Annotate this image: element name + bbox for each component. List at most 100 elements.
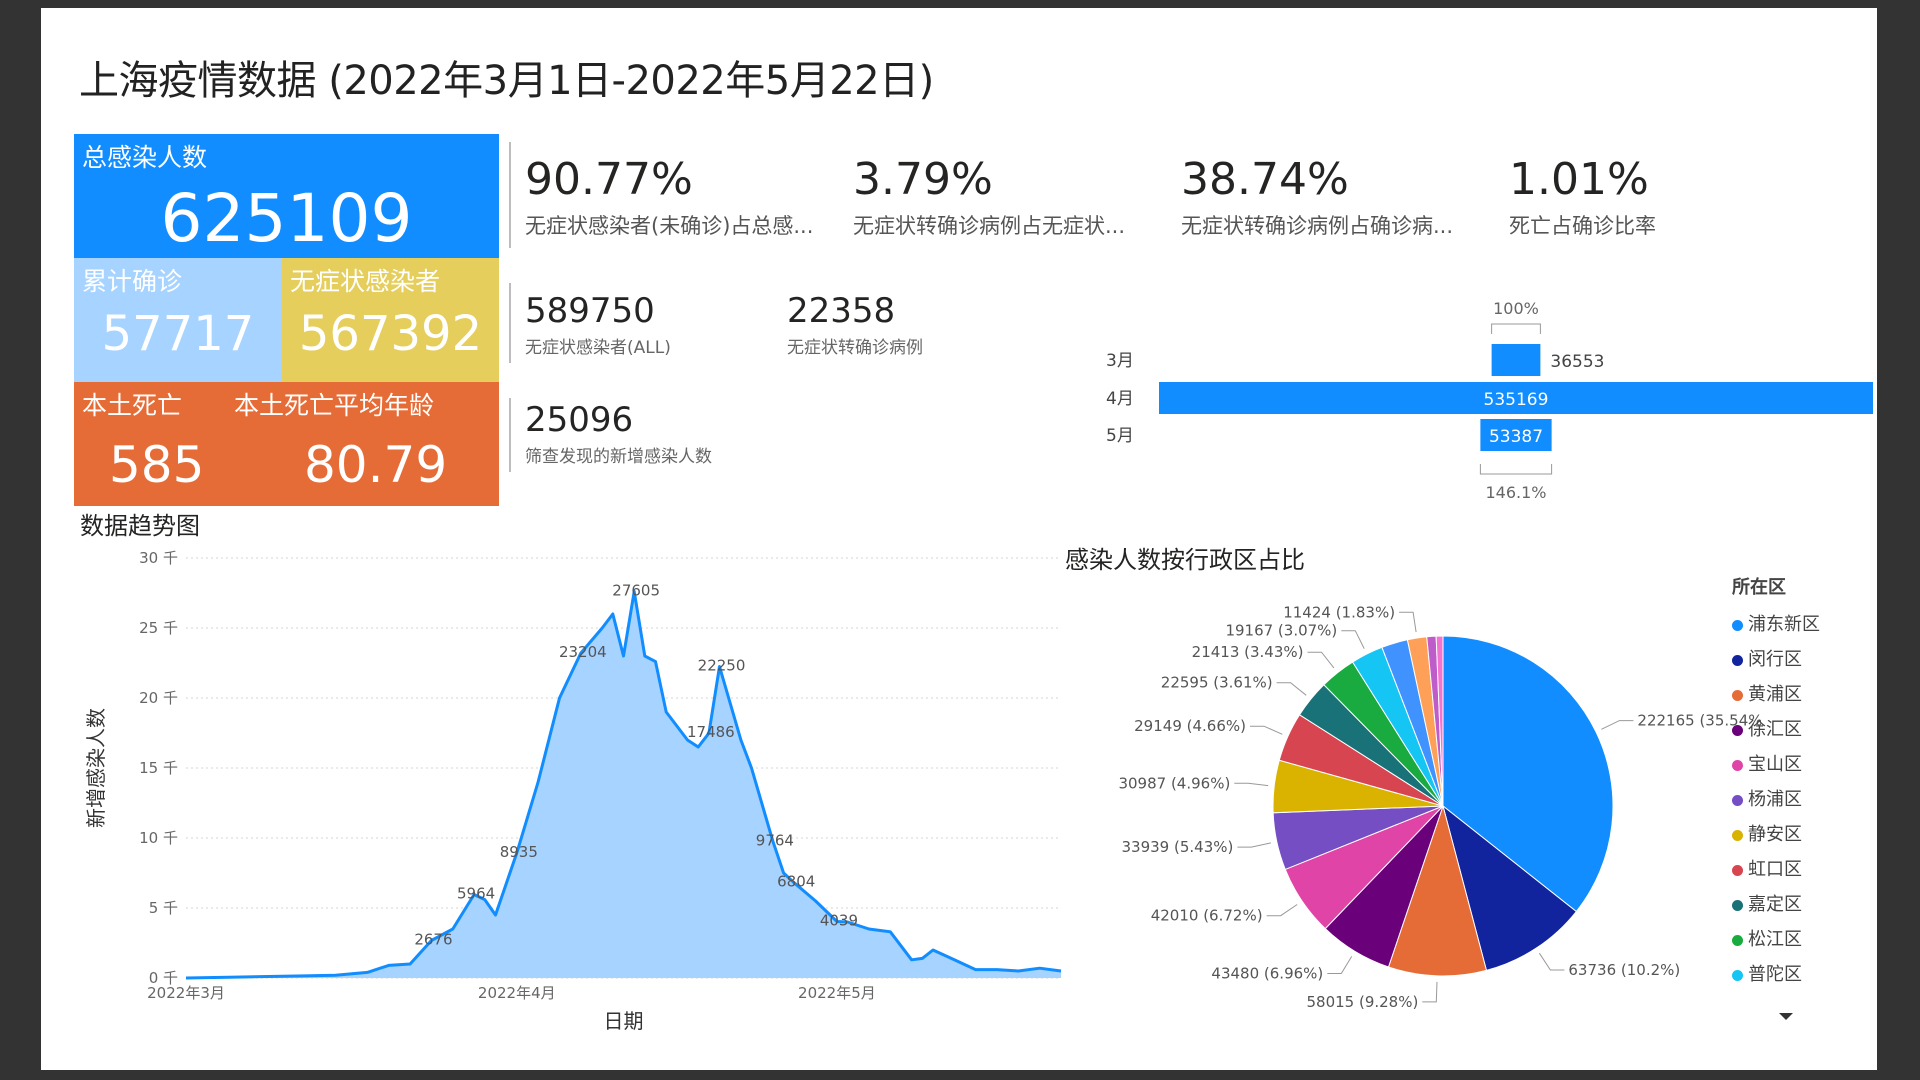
x-tick-label: 2022年4月 — [478, 984, 556, 1002]
slice-data-label: 63736 (10.2%) — [1568, 961, 1680, 979]
y-tick-label: 5 千 — [149, 899, 178, 917]
leader-line — [1327, 956, 1353, 974]
asymptomatic-label: 无症状感染者 — [290, 267, 441, 296]
funnel-top-bracket — [1491, 323, 1541, 334]
trend-area-chart: 30 千25 千20 千15 千10 千5 千0 千2022年3月 2022年4月… — [84, 549, 1062, 1033]
report-canvas: 上海疫情数据 (2022年3月1日-2022年5月22日) 总感染人数 6251… — [41, 8, 1877, 1070]
legend-label: 虹口区 — [1748, 859, 1802, 880]
stat-screening-label: 筛查发现的新增感染人数 — [525, 447, 712, 467]
slice-data-label: 42010 (6.72%) — [1151, 907, 1263, 925]
leader-line — [1234, 782, 1269, 787]
legend-item[interactable]: 宝山区 — [1732, 750, 1802, 776]
legend-label: 嘉定区 — [1748, 894, 1802, 915]
slice-data-label: 43480 (6.96%) — [1211, 965, 1323, 983]
funnel-top-percent: 100% — [1493, 299, 1539, 318]
data-label: 23204 — [559, 643, 607, 661]
asymptomatic-value: 567392 — [298, 306, 483, 362]
kpi-converted-confirmed-label: 无症状转确诊病例占确诊病... — [1181, 214, 1454, 238]
divider — [509, 283, 511, 363]
funnel-row-label: 3月 — [1106, 351, 1134, 371]
kpi-converted-asym-value: 3.79% — [853, 154, 993, 205]
total-infections-card[interactable]: 总感染人数 625109 — [74, 134, 499, 258]
legend-item[interactable]: 虹口区 — [1732, 855, 1802, 881]
stat-converted-label: 无症状转确诊病例 — [787, 338, 923, 358]
legend-label: 普陀区 — [1748, 964, 1802, 985]
total-infections-value: 625109 — [160, 180, 413, 257]
legend-dot-icon — [1732, 864, 1743, 876]
asymptomatic-card[interactable]: 无症状感染者 567392 — [282, 258, 499, 382]
y-tick-label: 20 千 — [139, 689, 178, 707]
legend-scroll-down-icon[interactable] — [1779, 1013, 1793, 1020]
data-label: 17486 — [687, 723, 735, 741]
divider — [509, 142, 511, 248]
leader-line — [1399, 611, 1417, 633]
stat-asym-all-label: 无症状感染者(ALL) — [525, 338, 671, 358]
legend-item[interactable]: 徐汇区 — [1732, 715, 1802, 741]
funnel-bar — [1491, 344, 1541, 376]
legend-dot-icon — [1732, 689, 1743, 701]
legend-item[interactable]: 静安区 — [1732, 820, 1802, 846]
kpi-asym-share-value: 90.77% — [525, 154, 693, 205]
confirmed-value: 57717 — [101, 306, 255, 362]
legend-item[interactable]: 闵行区 — [1732, 645, 1802, 671]
total-infections-label: 总感染人数 — [82, 143, 208, 172]
data-label: 2676 — [414, 931, 452, 949]
avg-age-label: 本土死亡平均年龄 — [234, 391, 435, 420]
confirmed-card[interactable]: 累计确诊 57717 — [74, 258, 282, 382]
funnel-bottom-percent: 146.1% — [1485, 483, 1546, 502]
y-tick-label: 15 千 — [139, 759, 178, 777]
legend-label: 杨浦区 — [1748, 789, 1802, 810]
y-tick-label: 10 千 — [139, 829, 178, 847]
kpi-death-rate-value: 1.01% — [1509, 154, 1649, 205]
legend-label: 宝山区 — [1748, 754, 1802, 775]
legend-dot-icon — [1732, 794, 1743, 806]
leader-line — [1341, 630, 1365, 649]
leader-line — [1250, 725, 1283, 735]
stat-screening-value: 25096 — [525, 400, 634, 440]
stat-asym-all-value: 589750 — [525, 291, 655, 331]
funnel-row-label: 5月 — [1106, 426, 1134, 446]
legend-dot-icon — [1732, 899, 1743, 911]
x-axis-title: 日期 — [604, 1009, 644, 1033]
data-label: 8935 — [500, 843, 538, 861]
pie-chart-title: 感染人数按行政区占比 — [1065, 546, 1305, 574]
kpi-death-rate-label: 死亡占确诊比率 — [1509, 214, 1656, 238]
data-label: 9764 — [756, 831, 794, 849]
legend-label: 徐汇区 — [1748, 719, 1802, 740]
kpi-asym-share-label: 无症状感染者(未确诊)占总感... — [525, 214, 814, 238]
data-label: 4039 — [820, 911, 858, 929]
slice-data-label: 22595 (3.61%) — [1161, 674, 1273, 692]
data-label: 22250 — [698, 657, 746, 675]
funnel-value-label: 36553 — [1550, 352, 1604, 372]
legend-dot-icon — [1732, 829, 1743, 841]
district-pie-chart: 222165 (35.54%)63736 (10.2%)58015 (9.28%… — [1118, 603, 1761, 1011]
deaths-card[interactable]: 本土死亡 本土死亡平均年龄 585 80.79 — [74, 382, 499, 506]
leader-line — [1237, 842, 1272, 848]
stat-converted-value: 22358 — [787, 291, 896, 331]
legend-item[interactable]: 松江区 — [1732, 925, 1802, 951]
kpi-converted-confirmed-value: 38.74% — [1181, 154, 1349, 205]
data-label: 6804 — [777, 873, 815, 891]
legend-item[interactable]: 黄浦区 — [1732, 680, 1802, 706]
legend-item[interactable]: 普陀区 — [1732, 960, 1802, 986]
slice-data-label: 33939 (5.43%) — [1122, 838, 1234, 856]
legend-dot-icon — [1732, 654, 1743, 666]
y-tick-label: 25 千 — [139, 619, 178, 637]
legend-dot-icon — [1732, 759, 1743, 771]
legend-item[interactable]: 杨浦区 — [1732, 785, 1802, 811]
legend-label: 松江区 — [1748, 929, 1802, 950]
x-tick-label: 2022年5月 — [798, 984, 876, 1002]
leader-line — [1276, 682, 1307, 696]
divider — [509, 398, 511, 472]
legend-label: 闵行区 — [1748, 649, 1802, 670]
funnel-value-label: 535169 — [1484, 390, 1549, 410]
legend-item[interactable]: 嘉定区 — [1732, 890, 1802, 916]
slice-data-label: 30987 (4.96%) — [1118, 774, 1230, 792]
legend-label: 黄浦区 — [1748, 684, 1802, 705]
legend-item[interactable]: 浦东新区 — [1732, 610, 1820, 636]
slice-data-label: 11424 (1.83%) — [1283, 603, 1395, 621]
deaths-label: 本土死亡 — [82, 391, 183, 420]
leader-line — [1422, 981, 1438, 1003]
confirmed-label: 累计确诊 — [82, 267, 183, 296]
funnel-row-label: 4月 — [1106, 389, 1134, 409]
